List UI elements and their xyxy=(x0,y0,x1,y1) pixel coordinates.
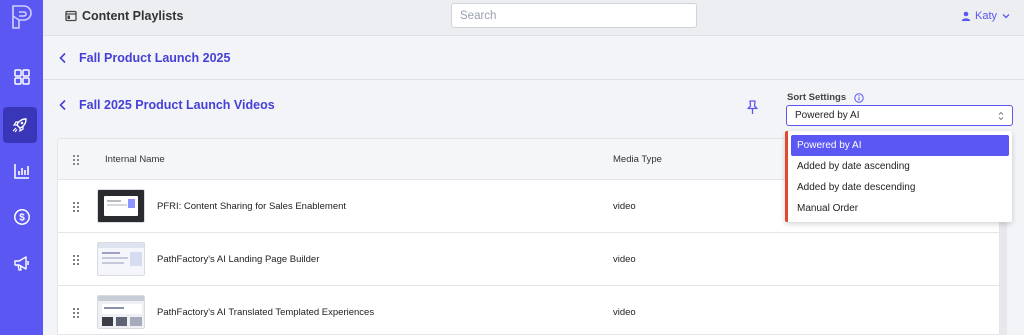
row-media-type: video xyxy=(613,307,636,318)
sort-option-powered-by-ai[interactable]: Powered by AI xyxy=(791,135,1009,156)
select-caret-icon xyxy=(998,111,1004,121)
sort-select[interactable]: Powered by AI xyxy=(786,105,1013,126)
drag-handle-icon[interactable] xyxy=(72,307,80,319)
video-thumbnail xyxy=(97,295,145,329)
row-internal-name: PathFactory's AI Translated Templated Ex… xyxy=(157,307,375,318)
sidebar-item-campaigns[interactable] xyxy=(0,245,43,281)
row-internal-name: PathFactory's AI Landing Page Builder xyxy=(157,254,320,265)
sort-dropdown-menu: Powered by AI Added by date ascending Ad… xyxy=(785,131,1012,222)
user-icon xyxy=(961,11,971,21)
playlist-icon xyxy=(65,10,77,22)
analytics-chart-icon xyxy=(13,164,29,179)
app-title: Content Playlists xyxy=(65,9,183,23)
breadcrumb-title[interactable]: Fall Product Launch 2025 xyxy=(79,51,230,65)
table-scrollbar[interactable] xyxy=(1000,222,1007,335)
dollar-icon: $ xyxy=(13,209,30,225)
sidebar-item-revenue[interactable]: $ xyxy=(0,199,43,235)
svg-text:$: $ xyxy=(19,213,25,224)
sort-option-date-ascending[interactable]: Added by date ascending xyxy=(791,156,1009,177)
playlist-header: Fall 2025 Product Launch Videos xyxy=(57,98,275,112)
video-thumbnail xyxy=(97,242,145,276)
row-media-type: video xyxy=(613,254,636,265)
breadcrumb: Fall Product Launch 2025 xyxy=(43,37,1024,80)
pin-icon[interactable] xyxy=(746,100,759,115)
rocket-icon xyxy=(12,118,27,133)
app-title-text: Content Playlists xyxy=(82,9,184,23)
sort-option-manual-order[interactable]: Manual Order xyxy=(791,198,1009,219)
sidebar-item-analytics[interactable] xyxy=(0,153,43,189)
row-media-type: video xyxy=(613,201,636,212)
user-menu[interactable]: Katy xyxy=(961,10,1011,22)
back-chevron-icon[interactable] xyxy=(57,99,69,111)
chevron-down-icon xyxy=(1002,14,1010,19)
sort-selected-value: Powered by AI xyxy=(795,110,860,121)
megaphone-icon xyxy=(13,256,29,271)
drag-handle-icon xyxy=(73,155,79,165)
user-name: Katy xyxy=(974,10,997,22)
search-input[interactable] xyxy=(451,3,697,28)
info-icon[interactable] xyxy=(854,92,864,103)
column-header-internal-name[interactable]: Internal Name xyxy=(105,154,165,165)
back-chevron-icon[interactable] xyxy=(57,52,69,64)
pathfactory-logo-icon[interactable] xyxy=(9,4,33,30)
sort-settings-label: Sort Settings xyxy=(787,92,864,103)
sort-settings-text: Sort Settings xyxy=(787,92,847,103)
drag-handle-icon[interactable] xyxy=(72,254,80,266)
row-internal-name: PFRI: Content Sharing for Sales Enableme… xyxy=(157,201,347,212)
table-row[interactable]: PathFactory's AI Translated Templated Ex… xyxy=(58,286,999,334)
sort-option-date-descending[interactable]: Added by date descending xyxy=(791,177,1009,198)
sidebar-item-experiences[interactable] xyxy=(3,107,37,143)
sidebar: $ xyxy=(0,0,43,335)
column-header-media-type[interactable]: Media Type xyxy=(613,154,662,165)
video-thumbnail xyxy=(97,189,145,223)
sidebar-item-dashboard[interactable] xyxy=(0,59,43,95)
playlist-title: Fall 2025 Product Launch Videos xyxy=(79,98,275,112)
dashboard-grid-icon xyxy=(13,69,30,85)
top-bar: Content Playlists Katy xyxy=(43,0,1024,36)
table-row[interactable]: PathFactory's AI Landing Page Builder vi… xyxy=(58,233,999,286)
drag-handle-icon[interactable] xyxy=(72,201,80,213)
